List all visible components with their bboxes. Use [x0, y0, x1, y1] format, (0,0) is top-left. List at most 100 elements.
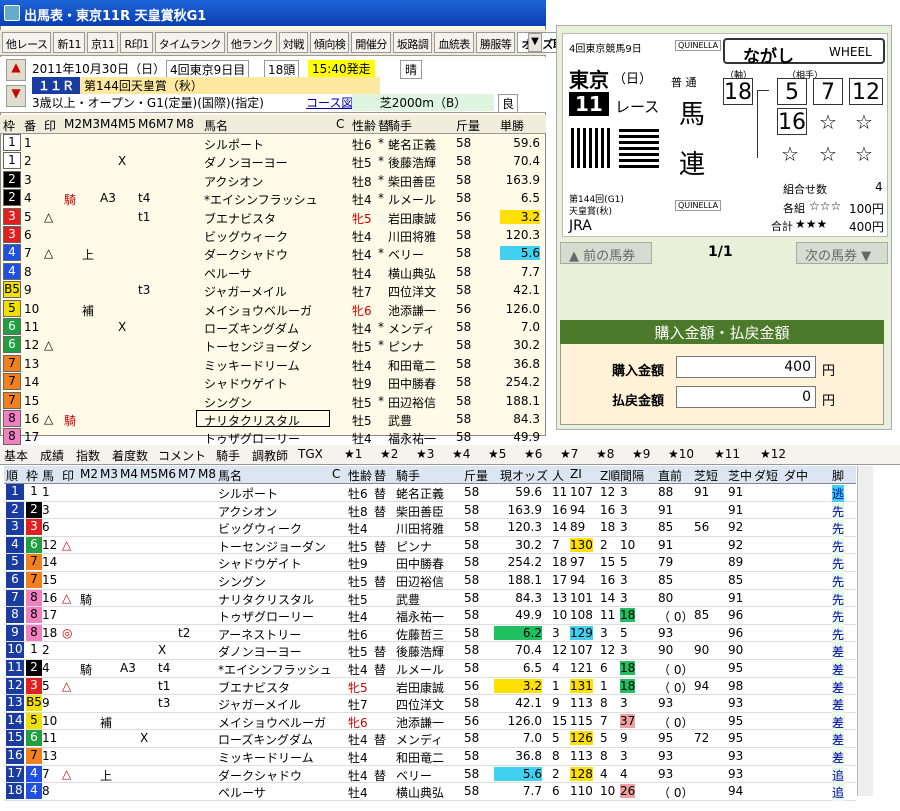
analysis-row[interactable]: 15 6 11 X ローズキングダム 牡4 替メンディ 58 7.0 5 126 5 9 95 72 95 差: [4, 730, 856, 749]
analysis-row[interactable]: 12 3 5 △ t1 ブエナビスタ 牝5 岩田康誠 56 3.2 1 131 1 18 （ 0） 94 98 差: [4, 677, 856, 696]
tab-12[interactable]: ★5: [488, 447, 506, 461]
analysis-row[interactable]: 17 4 7 △ 上ダークシャドウ 牡4 替ベリー 58 5.6 2 128 4 4 93 93 追: [4, 765, 856, 784]
tab-7[interactable]: TGX: [298, 447, 323, 461]
column-header: C: [332, 467, 341, 481]
tab-4[interactable]: コメント: [158, 447, 206, 464]
star-icon: ☆: [819, 110, 837, 134]
toolbar-button[interactable]: 血統表: [434, 32, 474, 53]
entry-row[interactable]: 1 1 シルポート 牡6 * 蛯名正義 58 59.6: [0, 134, 546, 153]
tab-2[interactable]: 指数: [76, 447, 100, 464]
prev-ticket-button[interactable]: ▲ 前の馬券: [560, 242, 652, 264]
analysis-row[interactable]: 6 7 15 シングン 牡5 替田辺裕信 58 188.1 17 94 16 3 85 85 先: [4, 572, 856, 590]
toolbar-button[interactable]: R印1: [120, 32, 153, 53]
analysis-row[interactable]: 14 5 10 補 メイショウベルーガ 牝6 池添謙一 56 126.0 15 115 7 37 （ 0）…: [4, 712, 856, 731]
tab-16[interactable]: ★9: [632, 447, 650, 461]
column-header: 単勝: [500, 119, 525, 133]
entry-row[interactable]: 7 14 シャドウゲイト 牡9 田中勝春 58 254.2: [0, 373, 546, 392]
scrollbar[interactable]: [857, 466, 873, 796]
toolbar-button[interactable]: 他レース: [2, 32, 52, 53]
analysis-row[interactable]: 9 8 18 ◎ t2 アーネストリー 牡6 佐藤哲三 58 6.2 3 129 3 5 93 96 先: [4, 624, 856, 643]
entry-row[interactable]: 7 13 ミッキードリーム 牡4 和田竜二 58 36.8: [0, 354, 546, 374]
analysis-cell: 6: [552, 784, 560, 799]
toolbar-button[interactable]: 傾向検: [309, 32, 350, 53]
entry-row[interactable]: 1 2 X ダノンヨーヨー 牡5 * 後藤浩輝 58 70.4: [0, 152, 546, 171]
analysis-row[interactable]: 11 2 4 騎 A3 t4 *エイシンフラッシュ 牡4 替ルメール 58 6.5 4 121 6 18 （ …: [4, 660, 856, 678]
tab-13[interactable]: ★6: [524, 447, 542, 461]
payout-amount-input[interactable]: 0: [676, 386, 816, 408]
prev-race-arrow-icon[interactable]: ▲: [6, 59, 26, 81]
analysis-cell: 替: [374, 487, 387, 501]
toolbar-button[interactable]: 勝服等: [475, 32, 516, 53]
analysis-row[interactable]: 18 4 8 ペルーサ 牡4 横山典弘 58 7.7 6 110 10 26 （ 0） 94 追: [4, 783, 856, 802]
toolbar-button[interactable]: 開催分: [351, 32, 391, 53]
toolbar-button[interactable]: 他ランク: [226, 32, 277, 53]
analysis-cell: 94: [728, 784, 744, 799]
analysis-row[interactable]: 3 3 6 ビッグウィーク 牡4 川田将雅 58 120.3 14 89 18 3 85 56 92 先: [4, 519, 856, 538]
course-map-link[interactable]: コース図: [306, 94, 353, 111]
entry-row[interactable]: 2 4 騎 A3 t4 *エイシンフラッシュ 牡4 * ルメール 58 6.5: [0, 189, 546, 208]
analysis-cell: 1: [600, 678, 608, 693]
total-label: 合計: [771, 220, 793, 233]
buy-amount-input[interactable]: 400: [676, 356, 816, 378]
tab-1[interactable]: 成績: [40, 447, 64, 464]
analysis-row[interactable]: 4 6 12 △ トーセンジョーダン 牡5 替ピンナ 58 30.2 7 130 2 10 91 92 先: [4, 536, 856, 555]
race-number: １１Ｒ: [32, 77, 81, 94]
toolbar-dropdown-icon[interactable]: ▼: [528, 33, 542, 52]
tab-3[interactable]: 着度数: [112, 447, 148, 464]
analysis-cell: 1: [26, 484, 42, 500]
tab-18[interactable]: ★11: [714, 447, 740, 461]
analysis-row[interactable]: 5 7 14 シャドウゲイト 牡9 田中勝春 58 254.2 18 97 15 5 79 89 先: [4, 554, 856, 573]
analysis-row[interactable]: 7 8 16 △ 騎 ナリタクリスタル 牡5 武豊 58 84.3 13 101 14 3 80 91 先: [4, 589, 856, 608]
analysis-cell: ピンナ: [396, 539, 433, 554]
entry-cell: 牡8: [352, 174, 372, 189]
toolbar-button[interactable]: 坂路調: [392, 32, 433, 53]
entry-row[interactable]: 5 10 補 メイショウベルーガ 牝6 池添謙一 56 126.0: [0, 299, 546, 319]
entry-row[interactable]: 2 3 アクシオン 牡8 * 柴田善臣 58 163.9: [0, 170, 546, 190]
toolbar-button[interactable]: タイムランク: [154, 32, 225, 53]
entry-cell: △: [44, 209, 54, 224]
tab-15[interactable]: ★8: [596, 447, 614, 461]
tab-8[interactable]: ★1: [344, 447, 362, 461]
analysis-row[interactable]: 1 1 1 シルポート 牡6 替蛯名正義 58 59.6 11 107 12 3 88 91 91 逃: [4, 484, 856, 502]
entry-cell: t1: [138, 209, 151, 224]
entry-row[interactable]: 4 8 ペルーサ 牡4 横山典弘 58 7.7: [0, 262, 546, 282]
analysis-row[interactable]: 10 1 2 X ダノンヨーヨー 牡5 替後藤浩輝 58 70.4 12 107 12 3 90 90 90 差: [4, 642, 856, 661]
tab-5[interactable]: 騎手: [216, 447, 240, 464]
next-ticket-button[interactable]: 次の馬券 ▼: [796, 242, 888, 264]
analysis-cell: 牝6: [348, 715, 368, 730]
analysis-cell: トゥザグローリー: [218, 610, 315, 625]
entry-row[interactable]: 7 15 シングン 牡5 * 田辺裕信 58 188.1: [0, 391, 546, 411]
tab-9[interactable]: ★2: [380, 447, 398, 461]
entry-cell: X: [118, 320, 127, 334]
tab-11[interactable]: ★4: [452, 447, 470, 461]
analysis-row[interactable]: 16 7 13 ミッキードリーム 牡4 和田竜二 58 36.8 8 113 8 3 93 93 差: [4, 748, 856, 766]
entry-row[interactable]: 3 5 △ t1 ブエナビスタ 牝5 岩田康誠 56 3.2: [0, 207, 546, 227]
toolbar-button[interactable]: 新11: [53, 32, 85, 53]
entry-row[interactable]: 8 16 △ 騎ナリタクリスタル 牡5 武豊 58 84.3: [0, 410, 546, 429]
toolbar-button[interactable]: 対戦: [278, 32, 308, 53]
tab-6[interactable]: 調教師: [252, 447, 288, 464]
entry-row[interactable]: 6 12 △ トーセンジョーダン 牡5 * ピンナ 58 30.2: [0, 336, 546, 355]
tab-0[interactable]: 基本: [4, 447, 28, 464]
entry-row[interactable]: 3 6 ビッグウィーク 牡4 川田将雅 58 120.3: [0, 226, 546, 245]
tab-14[interactable]: ★7: [560, 447, 578, 461]
toolbar-button[interactable]: 京11: [86, 32, 119, 53]
analysis-row[interactable]: 8 8 17 トゥザグローリー 牡4 福永祐一 58 49.9 10 108 11 18 （ 0） 85 9…: [4, 607, 856, 626]
entry-row[interactable]: 6 11 X ローズキングダム 牡4 * メンディ 58 7.0: [0, 318, 546, 337]
tab-17[interactable]: ★10: [668, 447, 694, 461]
window-titlebar[interactable]: 出馬表・東京11R 天皇賞秋G1: [0, 0, 546, 26]
analysis-cell: 差: [832, 713, 845, 731]
entry-cell: 58: [456, 430, 472, 445]
next-race-arrow-icon[interactable]: ▼: [6, 85, 26, 107]
tab-10[interactable]: ★3: [416, 447, 434, 461]
analysis-row[interactable]: 13 B5 9 t3 ジャガーメイル 牡7 四位洋文 58 42.1 9 113 8 3 93 93 差: [4, 695, 856, 714]
analysis-cell: 95: [728, 713, 744, 728]
analysis-row[interactable]: 2 2 3 アクシオン 牡8 替柴田善臣 58 163.9 16 94 16 3 91 91 先: [4, 501, 856, 520]
entry-row[interactable]: B5 9 t3 ジャガーメイル 牡7 四位洋文 58 42.1: [0, 281, 546, 300]
analysis-cell: 15: [42, 573, 58, 587]
analysis-cell: 94: [570, 573, 586, 587]
entry-cell: 川田将雅: [388, 230, 437, 244]
tab-19[interactable]: ★12: [760, 447, 786, 461]
entry-row[interactable]: 4 7 △ 上 ダークシャドウ 牡4 * ベリー 58 5.6: [0, 244, 546, 263]
analysis-cell: 6: [600, 661, 608, 675]
